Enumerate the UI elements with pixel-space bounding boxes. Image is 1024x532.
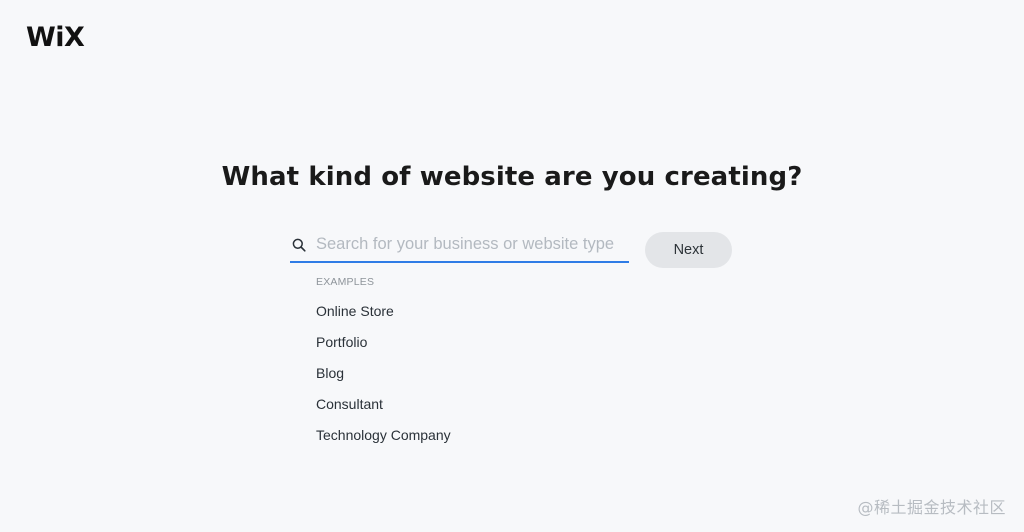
example-item-online-store[interactable]: Online Store <box>316 296 394 327</box>
examples-list: EXAMPLES Online Store Portfolio Blog Con… <box>316 276 616 451</box>
onboarding-page: WiX What kind of website are you creatin… <box>0 0 1024 532</box>
example-item-technology-company[interactable]: Technology Company <box>316 420 451 451</box>
search-icon <box>290 229 316 261</box>
watermark: @稀土掘金技术社区 <box>857 498 1006 517</box>
example-item-consultant[interactable]: Consultant <box>316 389 383 420</box>
wix-logo[interactable]: WiX <box>26 24 85 51</box>
next-button[interactable]: Next <box>645 232 732 268</box>
search-input[interactable] <box>316 228 629 261</box>
page-title: What kind of website are you creating? <box>221 162 803 192</box>
examples-label: EXAMPLES <box>316 276 375 288</box>
example-item-portfolio[interactable]: Portfolio <box>316 327 367 358</box>
example-item-blog[interactable]: Blog <box>316 358 344 389</box>
search-field[interactable] <box>290 228 629 263</box>
